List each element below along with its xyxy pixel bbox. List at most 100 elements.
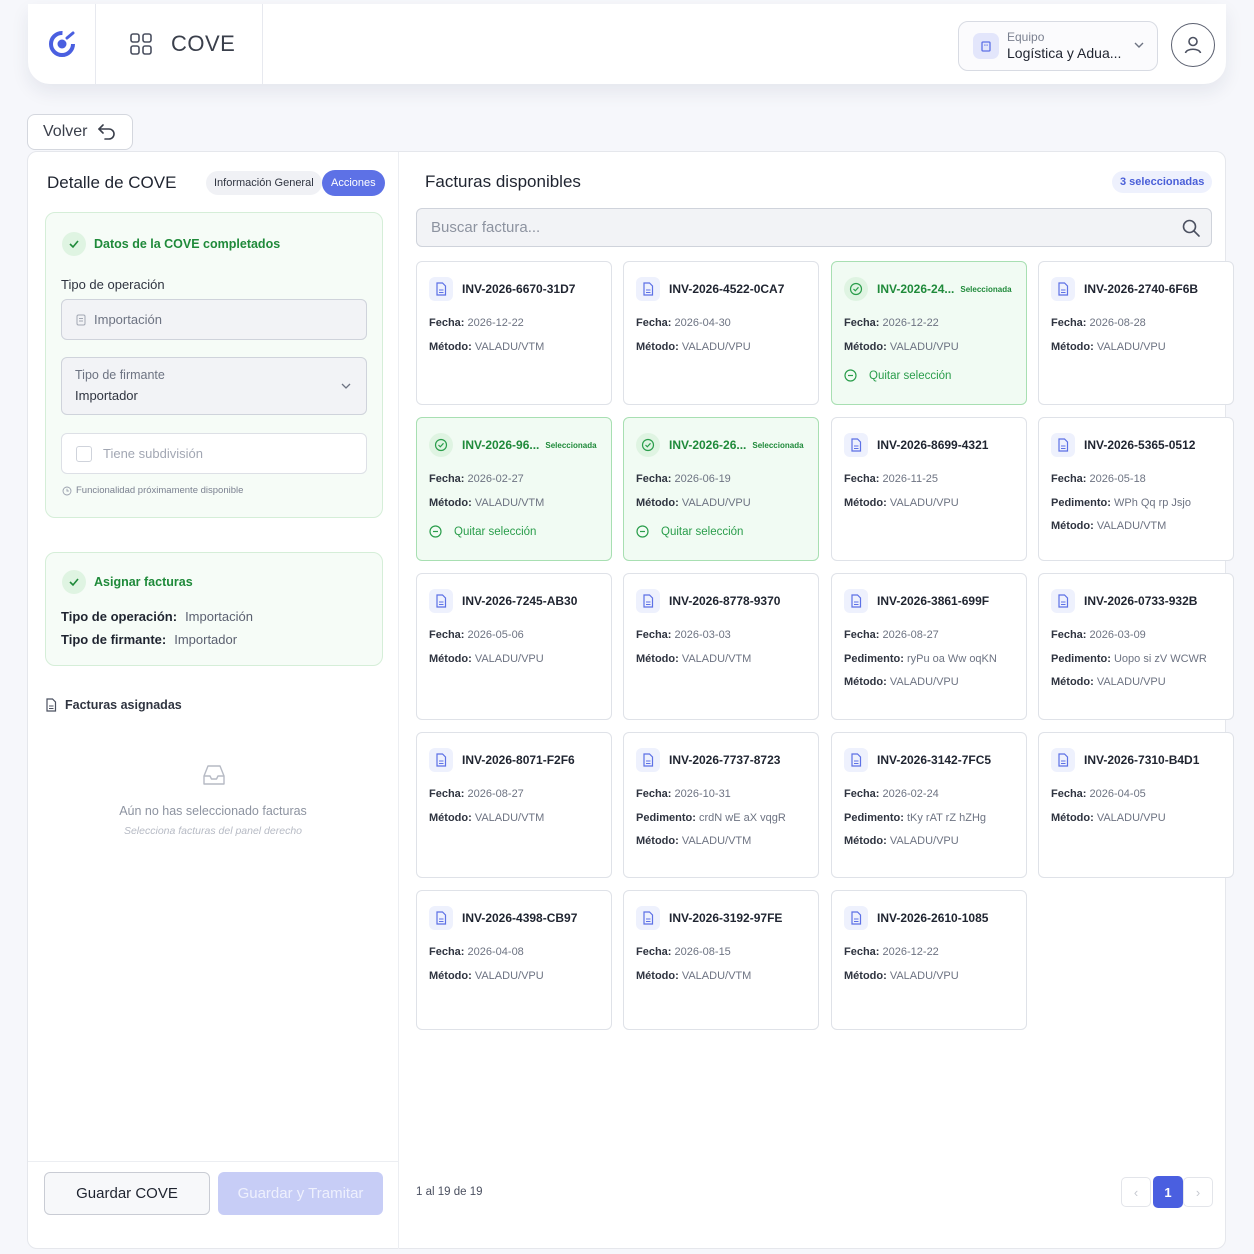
invoice-fecha-row: Fecha: 2026-06-19	[636, 473, 731, 485]
team-label: Equipo	[1007, 30, 1045, 45]
invoice-fecha-label: Fecha:	[429, 788, 465, 800]
coming-soon-text: Funcionalidad próximamente disponible	[76, 485, 244, 496]
invoice-metodo-value: VALADU/VTM	[474, 811, 545, 824]
document-icon	[636, 748, 660, 772]
invoice-card[interactable]: INV-2026-3861-699F Fecha: 2026-08-27 Pedim…	[831, 573, 1027, 720]
invoice-metodo-label: Método:	[636, 340, 679, 353]
remove-selection-button[interactable]: Quitar selección	[844, 369, 951, 382]
invoice-metodo-row: Método: VALADU/VPU	[844, 970, 959, 982]
assign-signer-value: Importador	[174, 632, 238, 647]
invoice-card[interactable]: INV-2026-0733-932B Fecha: 2026-03-09 Pedim…	[1038, 573, 1234, 720]
signer-type-select[interactable]: Tipo de firmante Importador	[61, 357, 367, 415]
logo-cell[interactable]	[28, 4, 96, 84]
invoice-metodo-row: Método: VALADU/VTM	[636, 970, 751, 982]
document-icon	[844, 433, 868, 457]
cove-logo-icon	[48, 31, 75, 57]
invoice-metodo-row: Método: VALADU/VPU	[429, 653, 544, 665]
invoice-pedimento-row: Pedimento: ryPu oa Ww oqKN	[844, 653, 997, 665]
invoice-card[interactable]: INV-2026-7245-AB30 Fecha: 2026-05-06 Métod…	[416, 573, 612, 720]
invoice-fecha-value: 2026-08-27	[882, 629, 939, 641]
invoice-metodo-row: Método: VALADU/VPU	[1051, 341, 1166, 353]
invoice-card[interactable]: INV-2026-7737-8723 Fecha: 2026-10-31 Pedim…	[623, 732, 819, 878]
invoice-card-header: INV-2026-0733-932B	[1051, 589, 1231, 613]
avatar[interactable]	[1171, 23, 1215, 67]
invoice-card[interactable]: INV-2026-6670-31D7 Fecha: 2026-12-22 Métod…	[416, 261, 612, 405]
search-icon[interactable]	[1181, 218, 1201, 238]
invoice-card[interactable]: INV-2026-3142-7FC5 Fecha: 2026-02-24 Pedim…	[831, 732, 1027, 878]
invoice-fecha-row: Fecha: 2026-05-18	[1051, 473, 1146, 485]
invoice-metodo-value: VALADU/VPU	[889, 835, 959, 847]
left-panel-title: Detalle de COVE	[47, 173, 177, 192]
invoice-metodo-label: Método:	[636, 969, 679, 982]
tab-informacion-general[interactable]: Información General	[206, 171, 322, 195]
invoice-metodo-value: VALADU/VPU	[474, 652, 544, 665]
file-icon	[46, 698, 57, 712]
invoice-metodo-label: Método:	[636, 652, 679, 665]
subdivision-checkbox[interactable]	[76, 445, 92, 462]
invoice-id: INV-2026-7310-B4D1	[1084, 753, 1200, 767]
panel-divider	[398, 152, 399, 1249]
invoice-card[interactable]: INV-2026-2740-6F6B Fecha: 2026-08-28 Métod…	[1038, 261, 1234, 405]
signer-type-value: Importador	[75, 388, 138, 403]
tab-acciones[interactable]: Acciones	[322, 170, 385, 196]
invoice-card[interactable]: INV-2026-3192-97FE Fecha: 2026-08-15 Métod…	[623, 890, 819, 1030]
invoice-card[interactable]: INV-2026-7310-B4D1 Fecha: 2026-04-05 Métod…	[1038, 732, 1234, 878]
invoice-card[interactable]: INV-2026-4398-CB97 Fecha: 2026-04-08 Métod…	[416, 890, 612, 1030]
invoice-card[interactable]: INV-2026-2610-1085 Fecha: 2026-12-22 Métod…	[831, 890, 1027, 1030]
remove-selection-label: Quitar selección	[869, 369, 952, 382]
pagination-next-button[interactable]: ›	[1183, 1177, 1213, 1207]
invoice-id: INV-2026-4398-CB97	[462, 911, 578, 925]
document-icon	[429, 277, 453, 301]
invoice-card[interactable]: INV-2026-8778-9370 Fecha: 2026-03-03 Métod…	[623, 573, 819, 720]
invoice-fecha-row: Fecha: 2026-10-31	[636, 788, 731, 800]
invoice-pedimento-label: Pedimento:	[1051, 652, 1111, 665]
invoice-pedimento-row: Pedimento: crdN wE aX vqgR	[636, 812, 786, 824]
invoice-metodo-label: Método:	[1051, 811, 1094, 824]
pagination-prev-button[interactable]: ‹	[1121, 1177, 1151, 1207]
invoice-metodo-row: Método: VALADU/VTM	[429, 812, 544, 824]
invoice-metodo-label: Método:	[1051, 520, 1094, 532]
invoice-metodo-row: Método: VALADU/VTM	[429, 341, 544, 353]
invoice-id: INV-2026-3142-7FC5	[877, 753, 992, 767]
remove-selection-button[interactable]: Quitar selección	[429, 525, 536, 538]
document-icon	[636, 906, 660, 930]
team-select[interactable]: Equipo Logística y Adua...	[958, 21, 1158, 71]
invoice-fecha-label: Fecha:	[636, 788, 672, 800]
chevron-down-icon	[341, 383, 351, 389]
invoice-fecha-label: Fecha:	[844, 788, 880, 800]
invoice-metodo-value: VALADU/VPU	[681, 496, 751, 509]
search-input[interactable]	[431, 219, 1131, 236]
invoice-card[interactable]: INV-2026-24... Seleccionada Fecha: 2026-12…	[831, 261, 1027, 405]
document-icon	[76, 314, 86, 325]
invoice-card[interactable]: INV-2026-96... Seleccionada Fecha: 2026-02…	[416, 417, 612, 561]
invoice-id: INV-2026-2740-6F6B	[1084, 282, 1199, 296]
invoice-pedimento-value: ryPu oa Ww oqKN	[906, 652, 997, 665]
selected-tag: Seleccionada	[752, 440, 804, 450]
back-button-label: Volver	[43, 123, 88, 140]
invoice-metodo-value: VALADU/VPU	[889, 676, 959, 688]
invoice-metodo-value: VALADU/VPU	[681, 340, 751, 353]
invoice-card[interactable]: INV-2026-8071-F2F6 Fecha: 2026-08-27 Métod…	[416, 732, 612, 878]
invoice-id: INV-2026-2610-1085	[877, 911, 989, 925]
invoice-card[interactable]: INV-2026-8699-4321 Fecha: 2026-11-25 Métod…	[831, 417, 1027, 561]
selected-count-badge: 3 seleccionadas	[1112, 171, 1213, 193]
invoice-metodo-label: Método:	[844, 496, 887, 509]
invoice-card[interactable]: INV-2026-4522-0CA7 Fecha: 2026-04-30 Métod…	[623, 261, 819, 405]
save-and-process-button[interactable]: Guardar y Tramitar	[218, 1172, 383, 1215]
invoice-fecha-value: 2026-12-22	[467, 317, 524, 329]
app-switcher[interactable]: COVE	[96, 4, 263, 84]
save-cove-button[interactable]: Guardar COVE	[44, 1172, 210, 1215]
invoice-card-header: INV-2026-7737-8723	[636, 748, 816, 772]
invoice-card[interactable]: INV-2026-26... Seleccionada Fecha: 2026-06…	[623, 417, 819, 561]
invoice-metodo-row: Método: VALADU/VTM	[429, 497, 544, 509]
remove-selection-button[interactable]: Quitar selección	[636, 525, 743, 538]
invoice-card[interactable]: INV-2026-5365-0512 Fecha: 2026-05-18 Pedim…	[1038, 417, 1234, 561]
pagination-current-page[interactable]: 1	[1153, 1176, 1183, 1208]
subdivision-label: Tiene subdivisión	[103, 446, 203, 461]
invoice-metodo-label: Método:	[429, 969, 472, 982]
invoice-fecha-value: 2026-05-06	[467, 629, 524, 641]
document-icon	[1051, 748, 1075, 772]
search-bar	[416, 208, 1212, 247]
back-button[interactable]: Volver	[27, 114, 133, 150]
invoice-metodo-value: VALADU/VTM	[1096, 520, 1167, 532]
